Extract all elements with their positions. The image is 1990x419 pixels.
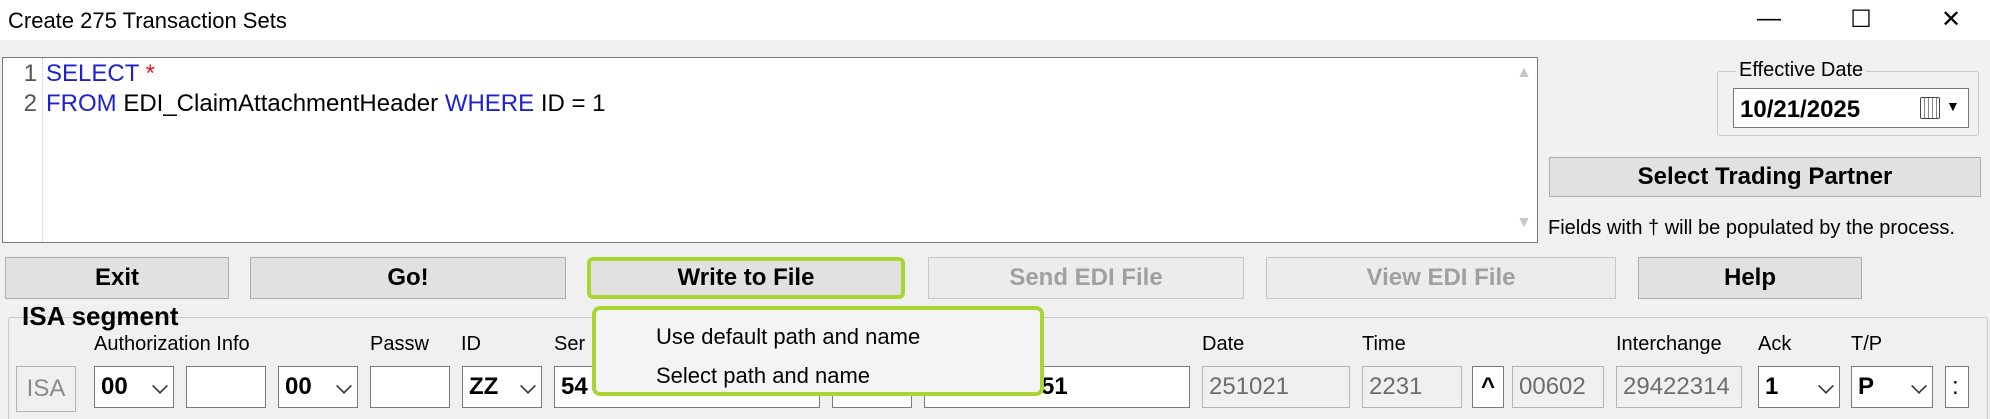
id-qualifier-value: ZZ	[469, 373, 499, 400]
table-name: EDI_ClaimAttachmentHeader	[123, 90, 439, 117]
title-bar: Create 275 Transaction Sets — ☐ ✕	[0, 0, 1990, 40]
menu-item-select-path[interactable]: Select path and name	[656, 363, 870, 389]
where-clause: ID = 1	[540, 90, 606, 117]
receiver-id-value: 51	[1041, 373, 1068, 400]
ack-label: Ack	[1758, 333, 1792, 355]
line-number: 1	[23, 60, 37, 87]
test-production-select[interactable]: P	[1851, 366, 1933, 408]
line-number-gutter: 1 2	[3, 58, 43, 242]
write-to-file-menu: Use default path and name Select path an…	[592, 306, 1044, 396]
isa-date-field: 251021	[1202, 366, 1350, 408]
go-button[interactable]: Go!	[250, 257, 566, 299]
dropdown-arrow-icon[interactable]: ▼	[1946, 98, 1960, 114]
maximize-button[interactable]: ☐	[1830, 0, 1892, 38]
write-to-file-button[interactable]: Write to File	[587, 257, 905, 299]
chevron-down-icon	[336, 378, 352, 394]
scroll-up-arrow-icon[interactable]: ▲	[1511, 64, 1537, 86]
calendar-icon[interactable]	[1920, 97, 1940, 119]
repetition-separator-input[interactable]: ^	[1472, 366, 1504, 408]
ack-select[interactable]: 1	[1758, 366, 1840, 408]
sender-label: Ser	[554, 333, 586, 355]
code-line-2: FROM EDI_ClaimAttachmentHeader WHERE ID …	[46, 90, 606, 118]
id-label: ID	[461, 333, 481, 355]
asterisk: *	[145, 60, 155, 87]
close-button[interactable]: ✕	[1920, 0, 1982, 38]
ack-value: 1	[1765, 373, 1779, 400]
isa-segment-title: ISA segment	[22, 301, 179, 331]
scroll-down-arrow-icon[interactable]: ▼	[1511, 214, 1537, 236]
code-line-1: SELECT *	[46, 60, 155, 88]
send-edi-file-button[interactable]: Send EDI File	[928, 257, 1244, 299]
chevron-down-icon	[1818, 378, 1834, 394]
security-qualifier-value: 00	[285, 373, 312, 400]
security-qualifier-select[interactable]: 00	[278, 366, 358, 408]
auth-qualifier-value: 00	[101, 373, 128, 400]
id-qualifier-select[interactable]: ZZ	[462, 366, 542, 408]
password-label: Passw	[370, 333, 429, 355]
chevron-down-icon	[1911, 378, 1927, 394]
view-edi-file-button[interactable]: View EDI File	[1266, 257, 1616, 299]
time-label: Time	[1362, 333, 1406, 355]
editor-scrollbar[interactable]: ▲ ▼	[1511, 58, 1537, 242]
effective-date-label: Effective Date	[1736, 59, 1867, 82]
keyword-from: FROM	[46, 90, 117, 117]
auth-info-input[interactable]	[186, 366, 266, 408]
isa-badge: ISA	[16, 366, 76, 412]
populated-fields-note: Fields with † will be populated by the p…	[1548, 217, 1955, 239]
line-number: 2	[23, 90, 37, 117]
tp-label: T/P	[1851, 333, 1883, 355]
keyword-where: WHERE	[444, 90, 535, 117]
exit-button[interactable]: Exit	[5, 257, 229, 299]
date-label: Date	[1202, 333, 1245, 355]
effective-date-value: 10/21/2025	[1740, 96, 1861, 123]
menu-item-use-default-path[interactable]: Use default path and name	[656, 324, 920, 350]
window-title: Create 275 Transaction Sets	[8, 8, 287, 33]
password-input[interactable]	[370, 366, 450, 408]
version-field: 00602	[1512, 366, 1604, 408]
interchange-control-field: 29422314	[1616, 366, 1742, 408]
select-trading-partner-button[interactable]: Select Trading Partner	[1549, 157, 1981, 197]
sql-editor[interactable]: 1 2 SELECT * FROM EDI_ClaimAttachmentHea…	[2, 57, 1538, 243]
chevron-down-icon	[152, 378, 168, 394]
isa-time-field: 2231	[1362, 366, 1462, 408]
help-button[interactable]: Help	[1638, 257, 1862, 299]
effective-date-picker[interactable]: 10/21/2025 ▼	[1733, 88, 1969, 128]
chevron-down-icon	[520, 378, 536, 394]
keyword-select: SELECT	[46, 60, 139, 87]
interchange-label: Interchange	[1616, 333, 1722, 355]
tp-value: P	[1858, 373, 1875, 400]
auth-qualifier-select[interactable]: 00	[94, 366, 174, 408]
auth-info-label: Authorization Info	[94, 333, 250, 355]
minimize-button[interactable]: —	[1738, 0, 1800, 38]
component-separator-input[interactable]: :	[1945, 366, 1969, 408]
